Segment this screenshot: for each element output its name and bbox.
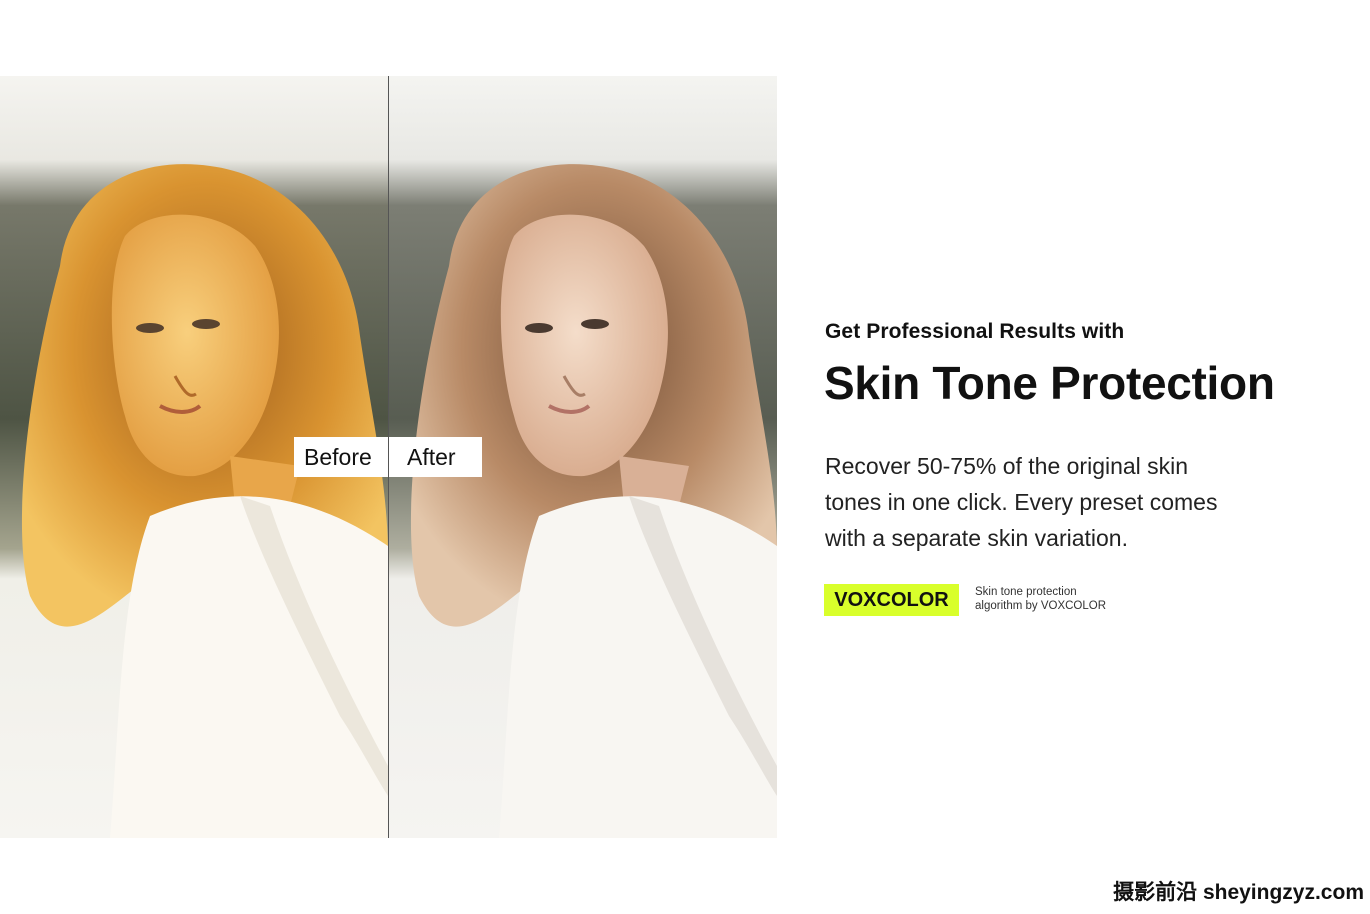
- before-after-comparison: Before After: [0, 76, 777, 838]
- before-label: Before: [294, 437, 388, 477]
- watermark: 摄影前沿 sheyingzyz.com: [1113, 881, 1364, 904]
- badge-note-line: Skin tone protection: [975, 586, 1077, 598]
- headline: Skin Tone Protection: [824, 357, 1275, 409]
- description-line: Recover 50-75% of the original skin: [825, 453, 1189, 479]
- badge-note-line: algorithm by VOXCOLOR: [975, 600, 1107, 612]
- after-label: After: [389, 437, 482, 477]
- badge-note: Skin tone protection algorithm by VOXCOL…: [975, 585, 1106, 613]
- description-line: with a separate skin variation.: [825, 525, 1128, 551]
- kicker-text: Get Professional Results with: [825, 320, 1125, 343]
- brand-badge: VOXCOLOR: [824, 584, 959, 616]
- description: Recover 50-75% of the original skin tone…: [825, 448, 1295, 556]
- description-line: tones in one click. Every preset comes: [825, 489, 1218, 515]
